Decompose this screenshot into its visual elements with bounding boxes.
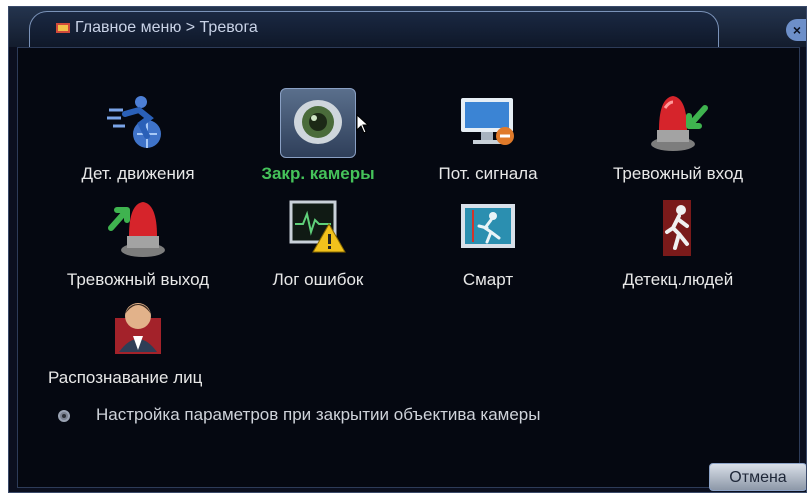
face-recognition-icon (115, 303, 161, 354)
tile-label: Тревожный выход (66, 270, 210, 289)
tile-label: Распознавание лиц (48, 368, 203, 387)
alarm-menu-window: Главное меню > Тревога × Дет. движения З… (8, 6, 807, 493)
tile-label: Лог ошибок (272, 270, 364, 289)
tile-face-recognition[interactable]: Распознавание лиц (48, 292, 228, 402)
alarm-light-in-icon (651, 96, 708, 151)
tile-video-loss[interactable]: Пот. сигнала (398, 88, 578, 198)
tile-label: Смарт (462, 270, 514, 289)
mouse-cursor-icon (356, 114, 370, 134)
tile-human-detect[interactable]: Детекц.людей (588, 194, 768, 304)
tile-label: Закр. камеры (261, 164, 375, 183)
tile-label: Тревожный вход (613, 164, 743, 183)
camera-lens-icon (294, 100, 342, 144)
running-man-globe-icon (107, 96, 161, 148)
tile-alarm-output[interactable]: Тревожный выход (48, 194, 228, 304)
tile-label: Пот. сигнала (438, 164, 538, 183)
close-button[interactable]: × (786, 19, 806, 41)
menu-content: Дет. движения Закр. камеры Пот. сигнала (17, 47, 800, 488)
cancel-button[interactable]: Отмена (709, 463, 806, 491)
alarm-light-out-icon (108, 202, 165, 257)
titlebar: Главное меню > Тревога × (9, 7, 806, 47)
radio-button[interactable] (58, 410, 70, 422)
monitor-video-loss-icon (461, 98, 514, 145)
smart-exit-icon (461, 204, 515, 248)
tile-label: Дет. движения (81, 164, 195, 183)
error-log-icon (289, 200, 346, 253)
tile-label: Детекц.людей (622, 270, 734, 289)
tile-camera-blind[interactable]: Закр. камеры (228, 88, 408, 198)
window-title: Главное меню > Тревога (75, 19, 258, 36)
tile-motion-detect[interactable]: Дет. движения (48, 88, 228, 198)
alarm-menu-icon (56, 23, 70, 33)
tile-smart[interactable]: Смарт (398, 194, 578, 304)
tile-alarm-input[interactable]: Тревожный вход (588, 88, 768, 198)
tile-error-log[interactable]: Лог ошибок (228, 194, 408, 304)
option-description: Настройка параметров при закрытии объект… (96, 405, 541, 424)
human-detect-icon (663, 200, 691, 256)
